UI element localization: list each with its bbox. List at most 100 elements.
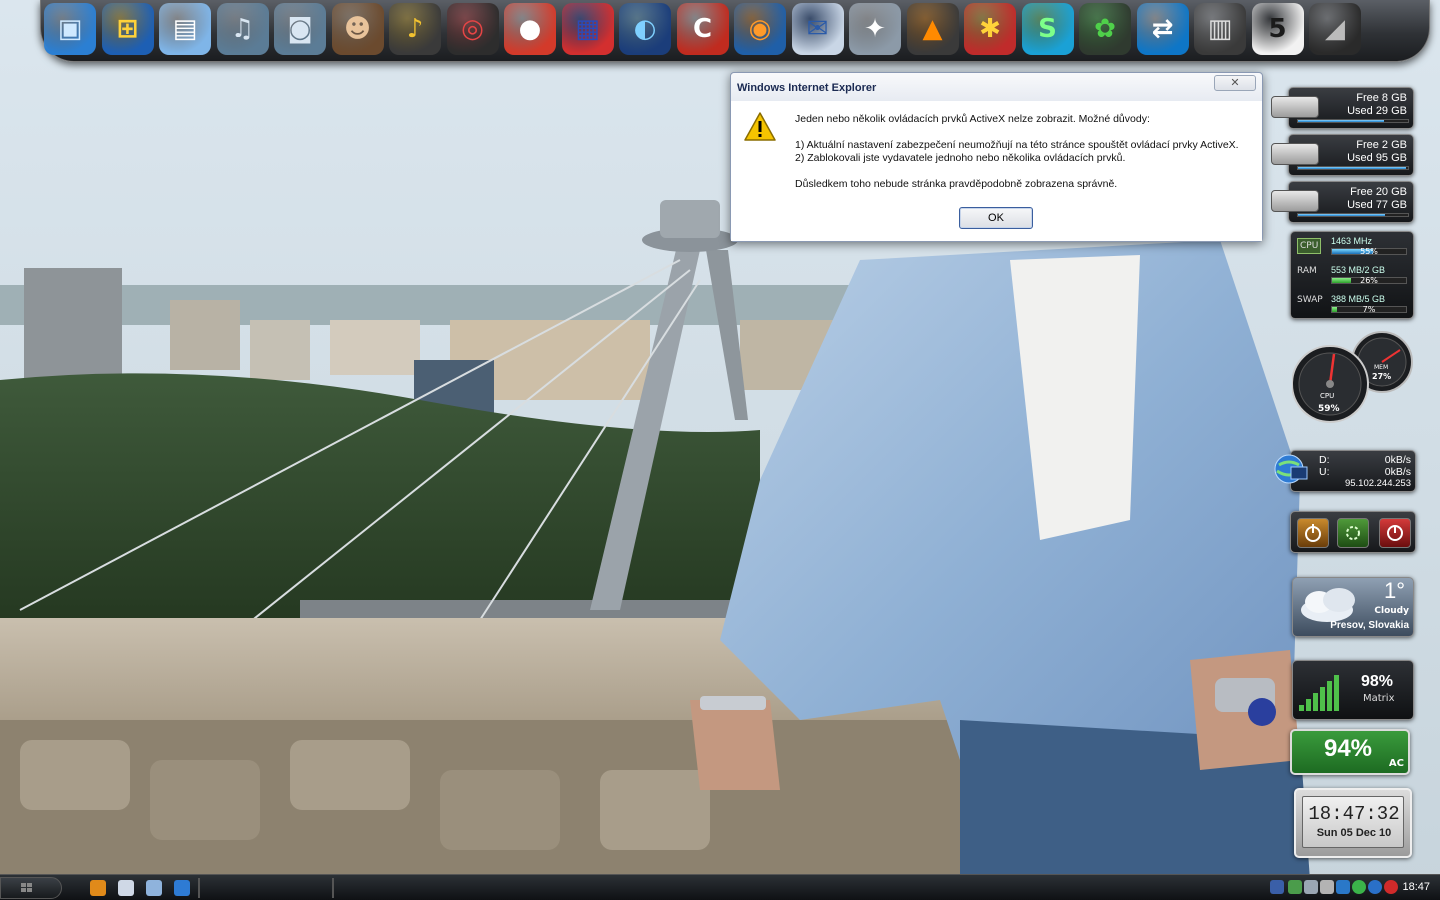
display-monitor-icon[interactable]: ▣ xyxy=(44,3,96,55)
disk-free: Free 8 GB xyxy=(1356,92,1407,104)
dialog-title: Windows Internet Explorer xyxy=(737,82,877,94)
shutdown-button[interactable] xyxy=(1297,518,1329,548)
ram-label: RAM xyxy=(1297,266,1317,276)
info-icon[interactable] xyxy=(90,880,106,896)
start-button[interactable] xyxy=(0,877,62,899)
ccleaner-icon[interactable]: C xyxy=(676,3,729,55)
dialog-ok-button[interactable]: OK xyxy=(959,207,1033,229)
skype-icon[interactable]: S xyxy=(1021,3,1074,55)
restart-button[interactable] xyxy=(1337,518,1369,548)
firefox-icon[interactable]: ◉ xyxy=(734,3,786,55)
wifi-tray-icon[interactable] xyxy=(1304,880,1318,894)
cpu-chip-icon: CPU xyxy=(1297,238,1322,254)
dialog-message-line: 1) Aktuální nastavení zabezpečení neumož… xyxy=(795,139,1239,151)
weather-temperature: 1° xyxy=(1383,578,1405,603)
wifi-signal-gadget[interactable]: 98% Matrix xyxy=(1292,660,1414,720)
google-earth-icon[interactable]: ◐ xyxy=(619,3,671,55)
volume-tray-icon[interactable] xyxy=(1320,880,1334,894)
ie-icon[interactable] xyxy=(174,880,190,896)
windows-start-icon[interactable]: ⊞ xyxy=(101,3,154,55)
signal-bars-icon xyxy=(1299,675,1339,711)
icq-icon[interactable]: ✿ xyxy=(1079,3,1131,55)
gauge-dials xyxy=(1291,331,1413,423)
disk-free: Free 2 GB xyxy=(1356,139,1407,151)
windows-tray-icon[interactable] xyxy=(1336,880,1350,894)
audio-app-icon[interactable]: ♫ xyxy=(216,3,269,55)
ram-row: RAM 553 MB/2 GB 26% xyxy=(1295,264,1411,290)
cpu-row: CPU 1463 MHz 55% xyxy=(1295,235,1411,261)
swap-label: SWAP xyxy=(1297,295,1323,305)
green-tray-icon[interactable] xyxy=(1352,880,1366,894)
weather-location: Presov, Slovakia xyxy=(1330,620,1409,631)
weather-gadget[interactable]: 1° Cloudy Presov, Slovakia xyxy=(1292,577,1414,637)
red-tray-icon[interactable] xyxy=(1384,880,1398,894)
hard-drive-icon xyxy=(1271,96,1319,118)
thunderbird-icon[interactable]: ✦ xyxy=(849,3,901,55)
dialog-message-line: Důsledkem toho nebude stránka pravděpodo… xyxy=(795,178,1118,190)
disk-used: Used 29 GB xyxy=(1347,105,1407,117)
network-tray-icon[interactable] xyxy=(1288,880,1302,894)
shutdown-gadget xyxy=(1290,511,1416,553)
activex-warning-dialog: Windows Internet Explorer ✕ Jeden nebo n… xyxy=(730,72,1263,242)
dialog-body: Jeden nebo několik ovládacích prvků Acti… xyxy=(731,101,1262,241)
wifi-signal-percent: 98% xyxy=(1361,673,1394,690)
mail-sync-icon[interactable]: ✉ xyxy=(791,3,844,55)
cpu-meter-gadget[interactable]: CPU 59% MEM 27% xyxy=(1291,330,1416,430)
ram-percent: 26% xyxy=(1360,276,1378,285)
weather-condition: Cloudy xyxy=(1374,606,1409,616)
notepad-icon[interactable] xyxy=(118,880,134,896)
dialog-titlebar[interactable]: Windows Internet Explorer ✕ xyxy=(731,73,1262,101)
logoff-icon xyxy=(1387,525,1403,541)
upload-speed: 0kB/s xyxy=(1384,466,1411,478)
upload-label: U: xyxy=(1319,466,1330,478)
search-window-icon[interactable] xyxy=(146,880,162,896)
cpu-percent: 55% xyxy=(1360,247,1378,256)
clock-date: Sun 05 Dec 10 xyxy=(1316,827,1392,839)
system-monitor-gadget[interactable]: CPU 1463 MHz 55% RAM 553 MB/2 GB 26% SWA… xyxy=(1290,231,1414,319)
swap-value: 388 MB/5 GB xyxy=(1331,294,1386,304)
ip-address: 95.102.244.253 xyxy=(1344,478,1411,489)
disk-gadget-2[interactable]: Free 2 GB Used 95 GB xyxy=(1271,134,1414,176)
clock-gadget[interactable]: 18:47:32 Sun 05 Dec 10 xyxy=(1294,788,1412,858)
taskbar: 18:47 xyxy=(0,874,1440,900)
gauge-mem-percent: 27% xyxy=(1372,372,1392,381)
system-tray: 18:47 xyxy=(1264,877,1440,899)
taskbar-clock[interactable]: 18:47 xyxy=(1402,881,1430,893)
update-tray-icon[interactable] xyxy=(1368,880,1382,894)
battery-percent: 94% xyxy=(1323,735,1373,762)
gauge-cpu-percent: 59% xyxy=(1318,404,1340,414)
calendar-icon[interactable]: 5 xyxy=(1251,3,1304,55)
power-icon xyxy=(1305,524,1321,542)
disk-gadget-1[interactable]: Free 8 GB Used 29 GB xyxy=(1271,87,1414,129)
download-label: D: xyxy=(1319,454,1330,466)
gauge-mem-label: MEM xyxy=(1374,364,1389,371)
disk-usage-fill xyxy=(1298,120,1384,122)
cpu-value: 1463 MHz xyxy=(1331,236,1373,246)
hard-drive-icon xyxy=(1271,143,1319,165)
tomb-raider-game-icon[interactable]: ☻ xyxy=(331,3,384,55)
disk-usage-bar xyxy=(1297,213,1409,217)
dialog-message-line: 2) Zablokovali jste vydavatele jednoho n… xyxy=(795,152,1126,164)
trumpet-app-icon[interactable]: ♪ xyxy=(389,3,441,55)
my-computer-icon[interactable]: ▤ xyxy=(159,3,211,55)
poker-chips-icon[interactable]: ◎ xyxy=(446,3,499,55)
clock-face: 18:47:32 Sun 05 Dec 10 xyxy=(1302,796,1404,848)
taskbar-divider xyxy=(198,878,200,898)
shield-tray-icon[interactable] xyxy=(1270,880,1284,894)
dock-end-icon[interactable]: ◢ xyxy=(1309,3,1361,55)
disk-gadget-3[interactable]: Free 20 GB Used 77 GB xyxy=(1271,181,1414,223)
logoff-button[interactable] xyxy=(1379,518,1411,548)
dialog-close-button[interactable]: ✕ xyxy=(1214,75,1256,91)
burning-app-icon[interactable]: ● xyxy=(504,3,556,55)
battery-gadget[interactable]: 94% AC xyxy=(1290,729,1410,775)
hard-drive-icon xyxy=(1271,190,1319,212)
disk-free: Free 20 GB xyxy=(1350,186,1407,198)
network-meter-gadget[interactable]: D: 0kB/s U: 0kB/s 95.102.244.253 xyxy=(1274,450,1416,492)
vlc-player-icon[interactable]: ▲ xyxy=(906,3,959,55)
windows-logo-icon xyxy=(21,883,32,892)
teamviewer-icon[interactable]: ⇄ xyxy=(1136,3,1189,55)
movie-clapper-icon[interactable]: ▥ xyxy=(1194,3,1246,55)
camera-app-icon[interactable]: ◙ xyxy=(274,3,326,55)
floppy-save-icon[interactable]: ▦ xyxy=(561,3,614,55)
spider-gift-icon[interactable]: ✱ xyxy=(964,3,1016,55)
